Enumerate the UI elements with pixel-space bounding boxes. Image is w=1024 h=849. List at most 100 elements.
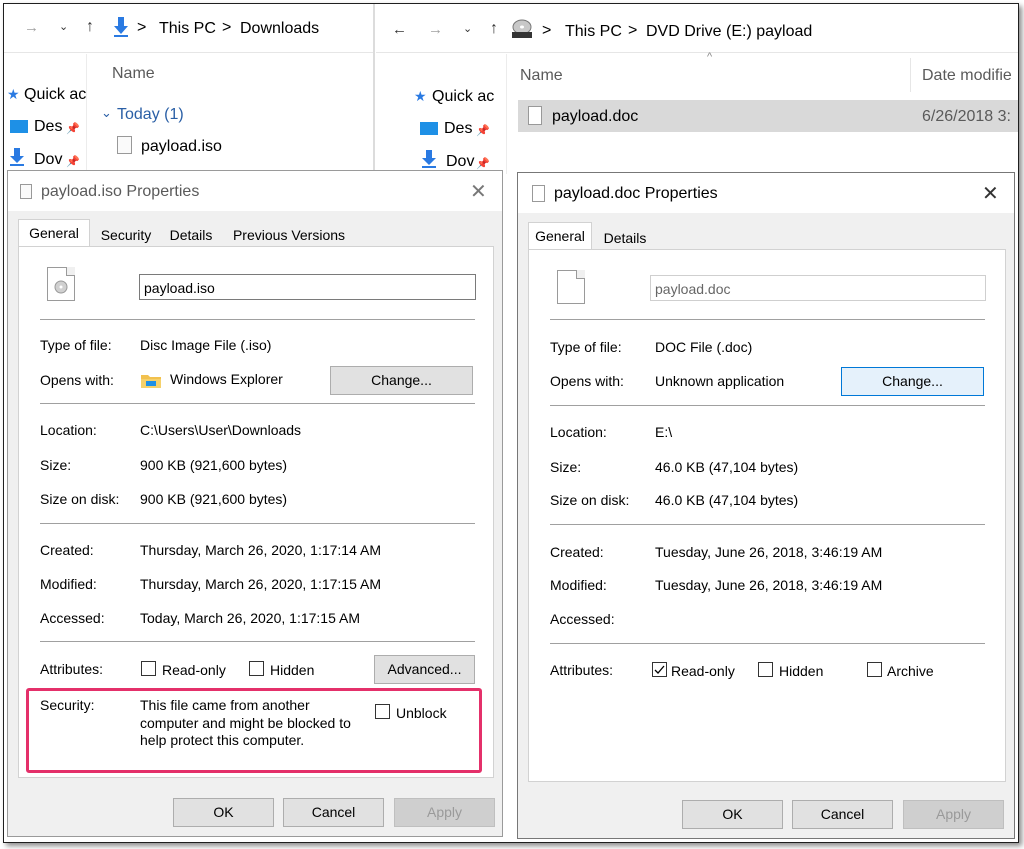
size-on-disk-value: 900 KB (921,600 bytes) — [140, 491, 288, 507]
opens-with-label: Opens with: — [40, 372, 114, 388]
iso-properties-dialog: payload.iso Properties ✕ General Securit… — [7, 170, 503, 837]
divider — [40, 523, 475, 524]
dvd-drive-icon — [511, 19, 533, 39]
up-arrow-icon[interactable]: ↑ — [490, 20, 498, 38]
address-bar-divider — [4, 52, 374, 53]
security-highlight-box — [26, 688, 482, 773]
iso-large-icon — [47, 267, 75, 301]
file-date-modified: 6/26/2018 3: — [922, 108, 1011, 125]
nav-quick-access[interactable]: Quick ac — [432, 88, 494, 106]
nav-downloads[interactable]: Dov — [34, 151, 62, 169]
accessed-label: Accessed: — [40, 610, 105, 626]
star-icon: ★ — [414, 88, 427, 104]
filename-input[interactable]: payload.iso — [139, 274, 476, 300]
accessed-value: Today, March 26, 2020, 1:17:15 AM — [140, 610, 360, 626]
tab-general[interactable]: General — [528, 222, 592, 250]
forward-icon[interactable]: → — [24, 19, 39, 36]
desktop-icon — [10, 120, 28, 133]
nav-quick-access[interactable]: Quick ac — [24, 86, 86, 104]
back-icon[interactable]: ← — [392, 21, 407, 38]
file-payload-doc[interactable]: payload.doc — [552, 108, 638, 126]
change-button[interactable]: Change... — [330, 366, 473, 395]
modified-value: Thursday, March 26, 2020, 1:17:15 AM — [140, 576, 381, 592]
location-label: Location: — [40, 422, 97, 438]
tab-previous-versions[interactable]: Previous Versions — [222, 223, 356, 247]
modified-value: Tuesday, June 26, 2018, 3:46:19 AM — [655, 577, 883, 593]
iso-file-icon — [117, 136, 132, 154]
up-arrow-icon[interactable]: ↑ — [86, 18, 94, 36]
nav-downloads[interactable]: Dov — [446, 153, 474, 171]
type-of-file-label: Type of file: — [550, 339, 622, 355]
downloads-nav-icon — [422, 150, 436, 168]
column-header-name[interactable]: Name — [112, 65, 155, 83]
created-value: Tuesday, June 26, 2018, 3:46:19 AM — [655, 544, 883, 560]
breadcrumb-downloads[interactable]: Downloads — [240, 20, 319, 38]
created-label: Created: — [40, 542, 94, 558]
column-divider — [910, 58, 911, 92]
ok-button[interactable]: OK — [173, 798, 274, 827]
file-payload-iso[interactable]: payload.iso — [141, 138, 222, 156]
divider — [550, 524, 985, 525]
recent-dropdown-icon[interactable]: ⌄ — [59, 20, 68, 33]
readonly-label: Read-only — [671, 663, 735, 679]
readonly-checkbox[interactable] — [652, 662, 667, 677]
size-label: Size: — [40, 457, 72, 473]
location-value: E:\ — [655, 424, 673, 440]
opens-with-value: Unknown application — [655, 373, 785, 389]
divider — [550, 405, 985, 406]
hidden-label: Hidden — [270, 662, 315, 678]
filename-input[interactable]: payload.doc — [650, 275, 986, 301]
hidden-checkbox[interactable] — [758, 662, 773, 677]
location-value: C:\Users\User\Downloads — [140, 422, 302, 438]
breadcrumb-sep: > — [628, 22, 638, 39]
size-value: 46.0 KB (47,104 bytes) — [655, 459, 799, 475]
tab-details[interactable]: Details — [594, 226, 656, 250]
breadcrumb-dvd-drive[interactable]: DVD Drive (E:) payload — [646, 23, 812, 41]
column-header-name[interactable]: Name — [520, 67, 563, 85]
breadcrumb-this-pc[interactable]: This PC — [565, 23, 622, 41]
archive-checkbox[interactable] — [867, 662, 882, 677]
advanced-button[interactable]: Advanced... — [374, 655, 475, 684]
desktop-icon — [420, 122, 438, 135]
recent-dropdown-icon[interactable]: ⌄ — [463, 22, 472, 35]
nav-desktop[interactable]: Des — [34, 118, 62, 136]
modified-label: Modified: — [40, 576, 97, 592]
nav-desktop[interactable]: Des — [444, 120, 472, 138]
nav-pane-divider — [86, 54, 87, 174]
created-label: Created: — [550, 544, 604, 560]
group-today[interactable]: Today (1) — [117, 106, 184, 124]
readonly-checkbox[interactable] — [141, 661, 156, 676]
tab-general[interactable]: General — [18, 219, 90, 247]
cancel-button[interactable]: Cancel — [283, 798, 384, 827]
chevron-down-icon[interactable]: ⌄ — [101, 105, 112, 121]
general-tab-panel — [528, 249, 1006, 782]
created-value: Thursday, March 26, 2020, 1:17:14 AM — [140, 542, 381, 558]
tab-details[interactable]: Details — [162, 223, 220, 247]
forward-icon[interactable]: → — [428, 21, 443, 38]
cancel-button[interactable]: Cancel — [792, 800, 893, 829]
dialog-title: payload.iso Properties — [41, 183, 200, 200]
change-button[interactable]: Change... — [841, 367, 984, 396]
type-of-file-label: Type of file: — [40, 337, 112, 353]
close-icon[interactable]: ✕ — [982, 181, 999, 206]
doc-file-icon — [528, 106, 542, 125]
breadcrumb-sep: > — [137, 19, 147, 36]
apply-button[interactable]: Apply — [394, 798, 495, 827]
apply-button[interactable]: Apply — [903, 800, 1004, 829]
modified-label: Modified: — [550, 577, 607, 593]
explorer-downloads: → ⌄ ↑ > This PC > Downloads ★ Quick ac D… — [4, 4, 374, 174]
window-separator — [373, 4, 375, 174]
ok-button[interactable]: OK — [682, 800, 783, 829]
attributes-label: Attributes: — [550, 662, 614, 678]
tab-security[interactable]: Security — [94, 223, 158, 247]
explorer-dvd: ← → ⌄ ↑ > This PC > DVD Drive (E:) paylo… — [376, 4, 1018, 174]
accessed-label: Accessed: — [550, 611, 615, 627]
hidden-checkbox[interactable] — [249, 661, 264, 676]
close-icon[interactable]: ✕ — [470, 179, 487, 204]
breadcrumb-this-pc[interactable]: This PC — [159, 20, 216, 38]
location-label: Location: — [550, 424, 607, 440]
star-icon: ★ — [7, 86, 20, 102]
divider — [550, 643, 985, 644]
column-header-date[interactable]: Date modifie — [922, 67, 1012, 85]
archive-label: Archive — [887, 663, 934, 679]
